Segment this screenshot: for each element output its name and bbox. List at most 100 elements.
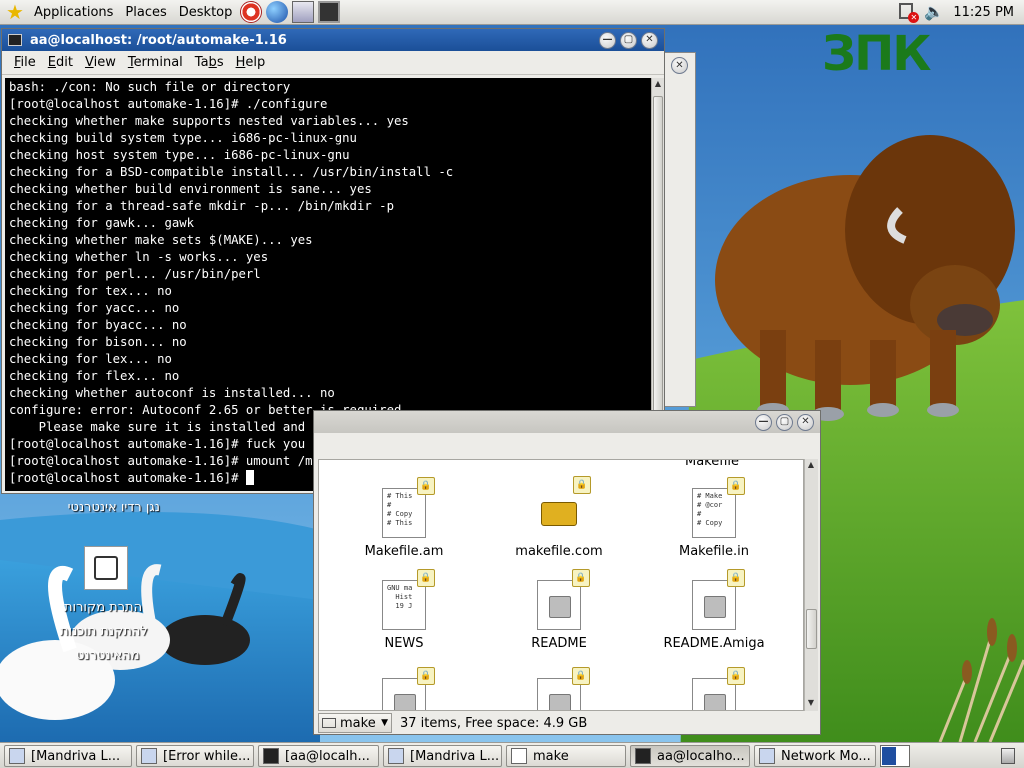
taskbar-button[interactable]: Network Mo... <box>754 745 876 767</box>
partial-file-label: Makefile <box>685 459 740 469</box>
taskbar-button[interactable]: [Mandriva L... <box>4 745 132 767</box>
terminal-line: checking for byacc... no <box>9 318 187 332</box>
file-icon-view[interactable]: Makefile # This # # Copy # This 🔒 Makefile… <box>318 459 804 711</box>
taskbar-button[interactable]: make <box>506 745 626 767</box>
close-button[interactable]: ✕ <box>797 413 814 431</box>
clock[interactable]: 11:25 PM <box>947 5 1024 20</box>
terminal-line: checking for tex... no <box>9 284 172 298</box>
terminal-menu-terminal[interactable]: Terminal <box>122 55 189 70</box>
document-file-icon[interactable]: 🔒 <box>692 667 745 710</box>
maximize-button[interactable]: ▢ <box>776 413 793 431</box>
file-manager-window[interactable]: — ▢ ✕ Makefile # This # # Copy # This 🔒 Ma… <box>313 410 821 735</box>
document-file-icon[interactable]: 🔒 <box>382 667 435 710</box>
document-file-icon[interactable]: 🔒 <box>537 667 590 710</box>
file-item[interactable]: 🔒 makefile.com <box>484 476 634 559</box>
minimize-button[interactable]: — <box>599 31 616 49</box>
generic-file-icon <box>549 694 571 710</box>
terminal-line: checking build system type... i686-pc-li… <box>9 131 357 145</box>
close-icon[interactable]: ✕ <box>671 57 688 74</box>
lock-icon: 🔒 <box>572 569 590 587</box>
terminal-menu-help[interactable]: Help <box>230 55 272 70</box>
maximize-button[interactable]: ▢ <box>620 31 637 49</box>
terminal-menu-tabs[interactable]: Tabs <box>189 55 230 70</box>
file-name-label: NEWS <box>384 636 424 651</box>
terminal-launcher-icon[interactable] <box>318 1 341 23</box>
places-menu[interactable]: Places <box>119 0 172 25</box>
terminal-window-icon <box>8 34 22 46</box>
taskbar-button[interactable]: aa@localho... <box>630 745 750 767</box>
terminal-menu-edit[interactable]: Edit <box>42 55 79 70</box>
terminal-line: [root@localhost automake-1.16]# ./config… <box>9 97 328 111</box>
taskbar-button[interactable]: [Error while... <box>136 745 254 767</box>
network-monitor-icon <box>759 748 775 764</box>
file-item[interactable]: # This # # Copy # This 🔒 Makefile.am <box>329 477 479 559</box>
applications-menu[interactable]: Applications <box>28 0 119 25</box>
scroll-up-arrow-icon[interactable]: ▲ <box>653 79 663 91</box>
terminal-line: checking whether make sets $(MAKE)... ye… <box>9 233 313 247</box>
desktop-icon-software-label-2[interactable]: להתקנת תוכנות <box>60 624 148 639</box>
generic-file-icon <box>704 694 726 710</box>
terminal-line: checking for lex... no <box>9 352 172 366</box>
location-label: make <box>340 715 376 731</box>
taskbar-label: aa@localho... <box>657 748 745 764</box>
email-client-icon[interactable] <box>292 1 315 23</box>
terminal-line: checking for flex... no <box>9 369 180 383</box>
help-lifebuoy-icon[interactable] <box>240 1 263 23</box>
top-panel: ★ Applications Places Desktop ✕ 🔈 11:25 … <box>0 0 1024 25</box>
terminal-menu-view[interactable]: View <box>79 55 122 70</box>
desktop-icon-radio-label[interactable]: נגן רדיו אינטרנטי <box>60 500 160 515</box>
generic-file-icon <box>704 596 726 618</box>
file-manager-titlebar[interactable]: — ▢ ✕ <box>314 411 820 433</box>
file-manager-scrollbar[interactable]: ▲ ▼ <box>804 459 818 711</box>
terminal-line: checking whether ln -s works... yes <box>9 250 269 264</box>
desktop-menu[interactable]: Desktop <box>173 0 239 25</box>
terminal-line: bash: ./con: No such file or directory <box>9 80 291 94</box>
lock-icon: 🔒 <box>417 667 435 685</box>
star-menu-icon[interactable]: ★ <box>4 1 26 23</box>
taskbar-label: Network Mo... <box>781 748 871 764</box>
document-file-icon: 🔒 <box>537 569 590 630</box>
generic-file-icon <box>549 596 571 618</box>
minimize-button[interactable]: — <box>755 413 772 431</box>
file-name-label: Makefile.in <box>678 544 750 559</box>
network-disconnected-icon[interactable]: ✕ <box>897 1 920 23</box>
lock-icon: 🔒 <box>572 667 590 685</box>
folder-icon <box>511 748 527 764</box>
file-preview-text: # Make # @cor # # Copy <box>697 492 723 527</box>
terminal-line: checking whether make supports nested va… <box>9 114 409 128</box>
scroll-up-arrow-icon[interactable]: ▲ <box>806 460 816 472</box>
active-workspace[interactable] <box>882 747 896 765</box>
location-dropdown[interactable]: make ▼ <box>318 713 392 733</box>
bottom-panel: [Mandriva L... [Error while... [aa@localh.… <box>0 742 1024 768</box>
browser-icon <box>9 748 25 764</box>
desktop-logo: ЗПК <box>822 26 932 82</box>
file-item[interactable]: # Make # @cor # # Copy 🔒 Makefile.in <box>639 477 789 559</box>
workspace-switcher[interactable] <box>880 745 910 767</box>
folder-icon <box>322 718 336 728</box>
trash-icon[interactable] <box>996 745 1020 767</box>
desktop-icon-software-label-1[interactable]: התרת מקורות <box>64 600 142 615</box>
lock-icon: 🔒 <box>417 569 435 587</box>
taskbar-label: [Mandriva L... <box>410 748 500 764</box>
terminal-line: checking for a BSD-compatible install...… <box>9 165 454 179</box>
terminal-menu-file[interactable]: File <box>8 55 42 70</box>
file-item[interactable]: 🔒 README <box>484 569 634 651</box>
terminal-cursor <box>245 470 254 485</box>
taskbar-button[interactable]: [aa@localh... <box>258 745 379 767</box>
desktop-icon-software[interactable] <box>84 546 128 590</box>
close-button[interactable]: ✕ <box>641 31 658 49</box>
terminal-line: checking for perl... /usr/bin/perl <box>9 267 261 281</box>
volume-icon[interactable]: 🔈 <box>923 1 945 23</box>
document-file-icon: 🔒 <box>692 569 745 630</box>
scrollbar-thumb[interactable] <box>806 609 817 649</box>
taskbar-button[interactable]: [Mandriva L... <box>383 745 502 767</box>
background-window-edge[interactable]: ✕ <box>664 52 696 407</box>
desktop-icon-software-label-3[interactable]: מהאינטרנט <box>76 648 140 663</box>
scroll-down-arrow-icon[interactable]: ▼ <box>806 698 816 710</box>
terminal-icon <box>263 748 279 764</box>
file-item[interactable]: 🔒 README.Amiga <box>639 569 789 651</box>
terminal-titlebar[interactable]: aa@localhost: /root/automake-1.16 — ▢ ✕ <box>2 29 664 51</box>
lock-icon: 🔒 <box>727 667 745 685</box>
file-item[interactable]: GNU ma Hist 19 J 🔒 NEWS <box>329 569 479 651</box>
web-browser-globe-icon[interactable] <box>266 1 289 23</box>
